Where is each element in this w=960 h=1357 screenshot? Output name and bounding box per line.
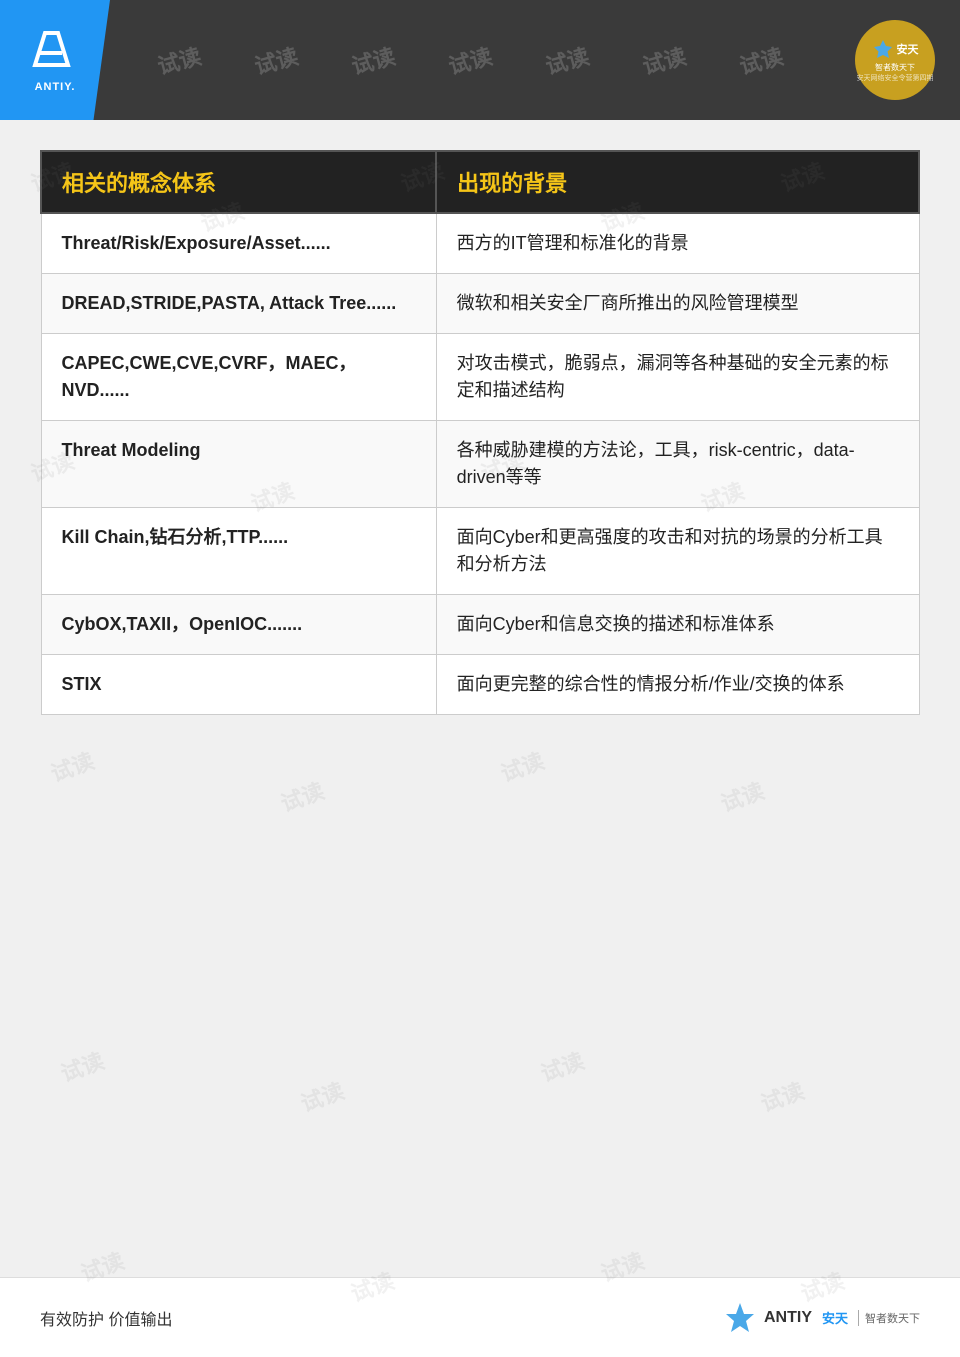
logo-text: ANTIY.	[35, 81, 76, 93]
watermark: 试读	[716, 773, 768, 818]
watermark: 试读	[496, 743, 548, 788]
table-cell-right: 面向Cyber和更高强度的攻击和对抗的场景的分析工具和分析方法	[436, 508, 919, 595]
main-content: 试读 试读 试读 试读 试读 试读 试读 试读 试读 试读 试读 相关的概念体系…	[40, 150, 920, 715]
footer-antiy-label: ANTIY	[764, 1309, 812, 1327]
table-cell-left: Threat/Risk/Exposure/Asset......	[41, 213, 436, 274]
watermark: 试读	[276, 773, 328, 818]
table-row: CAPEC,CWE,CVE,CVRF，MAEC，NVD......对攻击模式，脆…	[41, 334, 919, 421]
header-watermarks: 试读 试读 试读 试读 试读 试读 试读	[110, 44, 830, 76]
table-row: Threat Modeling各种威胁建模的方法论，工具，risk-centri…	[41, 421, 919, 508]
logo-icon	[30, 27, 80, 77]
watermark: 试读	[296, 1073, 348, 1118]
logo-box: ANTIY.	[0, 0, 110, 120]
watermark: 试读	[46, 743, 98, 788]
table-cell-left: STIX	[41, 655, 436, 715]
col1-header: 相关的概念体系	[41, 151, 436, 213]
main-table: 相关的概念体系 出现的背景 Threat/Risk/Exposure/Asset…	[40, 150, 920, 715]
table-cell-left: DREAD,STRIDE,PASTA, Attack Tree......	[41, 274, 436, 334]
table-cell-left: CAPEC,CWE,CVE,CVRF，MAEC，NVD......	[41, 334, 436, 421]
table-cell-right: 各种威胁建模的方法论，工具，risk-centric，data-driven等等	[436, 421, 919, 508]
watermark: 试读	[756, 1073, 808, 1118]
table-row: CybOX,TAXII，OpenIOC.......面向Cyber和信息交换的描…	[41, 595, 919, 655]
table-cell-left: Threat Modeling	[41, 421, 436, 508]
header-wm-5: 试读	[542, 39, 593, 81]
table-cell-right: 面向Cyber和信息交换的描述和标准体系	[436, 595, 919, 655]
table-cell-left: CybOX,TAXII，OpenIOC.......	[41, 595, 436, 655]
header-wm-3: 试读	[347, 39, 398, 81]
footer: 有效防护 价值输出 ANTIY 安天 智者数天下	[0, 1277, 960, 1357]
header-wm-2: 试读	[250, 39, 301, 81]
footer-logo: ANTIY 安天 智者数天下	[722, 1300, 920, 1336]
header: ANTIY. 试读 试读 试读 试读 试读 试读 试读 安天 智者数天下 安天网…	[0, 0, 960, 120]
footer-logo-sub: 智者数天下	[858, 1310, 920, 1326]
header-wm-6: 试读	[639, 39, 690, 81]
table-row: Threat/Risk/Exposure/Asset......西方的IT管理和…	[41, 213, 919, 274]
footer-logo-main: 安天	[822, 1308, 848, 1327]
footer-tagline: 有效防护 价值输出	[40, 1306, 172, 1330]
header-wm-7: 试读	[736, 39, 787, 81]
header-wm-4: 试读	[445, 39, 496, 81]
table-row: STIX面向更完整的综合性的情报分析/作业/交换的体系	[41, 655, 919, 715]
table-cell-right: 对攻击模式，脆弱点，漏洞等各种基础的安全元素的标定和描述结构	[436, 334, 919, 421]
table-cell-right: 面向更完整的综合性的情报分析/作业/交换的体系	[436, 655, 919, 715]
table-row: Kill Chain,钻石分析,TTP......面向Cyber和更高强度的攻击…	[41, 508, 919, 595]
header-wm-1: 试读	[153, 39, 204, 81]
table-row: DREAD,STRIDE,PASTA, Attack Tree......微软和…	[41, 274, 919, 334]
table-cell-right: 西方的IT管理和标准化的背景	[436, 213, 919, 274]
watermark: 试读	[536, 1043, 588, 1088]
col2-header: 出现的背景	[436, 151, 919, 213]
header-right: 安天 智者数天下 安天网络安全令营第四期	[830, 0, 960, 120]
table-cell-left: Kill Chain,钻石分析,TTP......	[41, 508, 436, 595]
table-cell-right: 微软和相关安全厂商所推出的风险管理模型	[436, 274, 919, 334]
watermark: 试读	[56, 1043, 108, 1088]
header-badge: 安天 智者数天下 安天网络安全令营第四期	[855, 20, 935, 100]
footer-logo-area: ANTIY 安天 智者数天下	[722, 1300, 920, 1336]
